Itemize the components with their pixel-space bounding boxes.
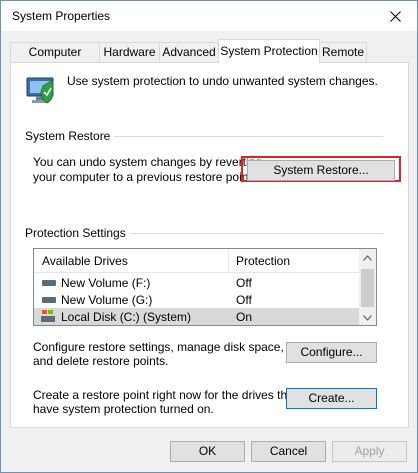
drive-row[interactable]: New Volume (F:) Off xyxy=(34,274,376,291)
drive-icon xyxy=(42,280,56,286)
system-drive-icon xyxy=(41,310,55,322)
column-protection[interactable]: Protection xyxy=(236,254,290,268)
drives-list-scrollbar[interactable] xyxy=(359,249,376,325)
create-text-line2: have system protection turned on. xyxy=(33,402,214,416)
configure-text-line2: and delete restore points. xyxy=(33,354,169,368)
tab-strip: Computer Name Hardware Advanced System P… xyxy=(1,39,417,78)
scroll-thumb[interactable] xyxy=(361,269,374,307)
apply-button[interactable]: Apply xyxy=(332,441,407,462)
drive-icon xyxy=(42,297,56,303)
tab-advanced[interactable]: Advanced xyxy=(159,42,219,62)
drive-name: New Volume (F:) xyxy=(61,276,151,290)
drive-row-selected[interactable]: Local Disk (C:) (System) On xyxy=(34,308,359,325)
tab-computer-name[interactable]: Computer Name xyxy=(10,42,100,78)
drive-protection-status: Off xyxy=(236,293,252,307)
create-button[interactable]: Create... xyxy=(286,388,377,409)
intro-text: Use system protection to undo unwanted s… xyxy=(67,74,378,88)
system-restore-divider xyxy=(111,136,383,137)
cancel-button[interactable]: Cancel xyxy=(251,441,326,462)
create-text-line1: Create a restore point right now for the… xyxy=(33,388,298,402)
scroll-up-arrow-icon[interactable] xyxy=(363,255,372,261)
system-restore-text-line2: your computer to a previous restore poin… xyxy=(33,170,256,184)
system-restore-button[interactable]: System Restore... xyxy=(247,160,395,181)
protection-settings-divider xyxy=(127,233,383,234)
window-title: System Properties xyxy=(12,9,111,23)
close-icon xyxy=(389,10,401,22)
configure-button[interactable]: Configure... xyxy=(286,342,377,363)
ok-button[interactable]: OK xyxy=(170,441,245,462)
scroll-down-arrow-icon[interactable] xyxy=(363,315,372,321)
tab-hardware[interactable]: Hardware xyxy=(99,42,160,62)
column-available-drives[interactable]: Available Drives xyxy=(42,254,128,268)
system-protection-icon xyxy=(26,77,54,104)
system-properties-window: System Properties Computer Name Hardware… xyxy=(0,0,418,473)
drives-list-header: Available Drives Protection xyxy=(34,249,376,273)
drive-protection-status: Off xyxy=(236,276,252,290)
protection-settings-heading: Protection Settings xyxy=(25,226,130,240)
drive-protection-status: On xyxy=(236,310,253,324)
system-restore-text-line1: You can undo system changes by reverting xyxy=(33,155,263,169)
drive-name: New Volume (G:) xyxy=(61,293,153,307)
tab-system-protection[interactable]: System Protection xyxy=(218,39,320,63)
title-bar: System Properties xyxy=(1,1,417,31)
drives-list[interactable]: Available Drives Protection New Volume (… xyxy=(33,248,377,326)
column-separator xyxy=(228,249,229,272)
tab-remote[interactable]: Remote xyxy=(319,42,367,62)
drive-name: Local Disk (C:) (System) xyxy=(61,310,192,324)
system-restore-heading: System Restore xyxy=(25,129,115,143)
close-button[interactable] xyxy=(373,1,417,31)
configure-text-line1: Configure restore settings, manage disk … xyxy=(33,340,284,354)
drive-row[interactable]: New Volume (G:) Off xyxy=(34,291,376,308)
system-protection-panel: Use system protection to undo unwanted s… xyxy=(10,62,409,428)
